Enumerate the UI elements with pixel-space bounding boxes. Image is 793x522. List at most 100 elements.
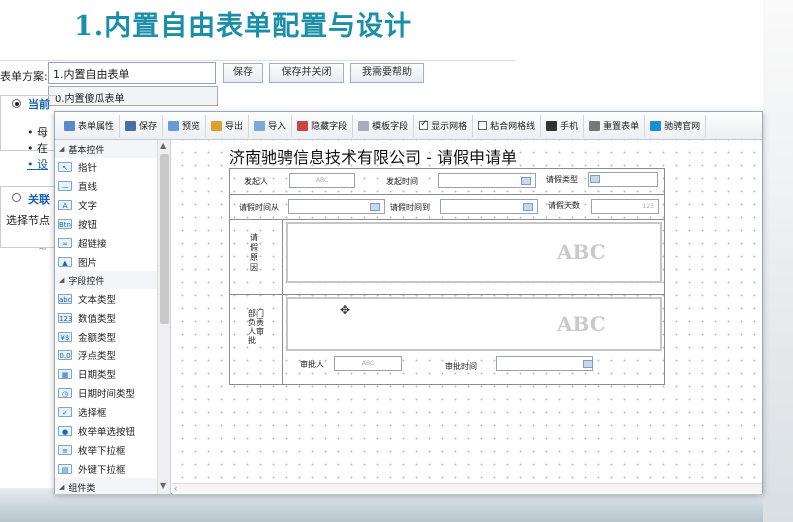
applicant-label[interactable]: 发起人 <box>244 176 268 187</box>
hyperlink-icon: ∞ <box>58 238 72 248</box>
canvas-hscrollbar[interactable]: ‹ <box>172 483 762 493</box>
palette-item[interactable]: ↖ 指针 <box>55 158 170 177</box>
website-icon <box>650 120 662 131</box>
applicant-field[interactable]: ABC <box>289 173 355 188</box>
export-icon <box>211 120 223 131</box>
dept-approval-placeholder: ABC <box>557 312 606 336</box>
collapse-icon[interactable]: ◢ <box>59 276 64 284</box>
palette-scrollbar[interactable]: ▲ ▼ <box>157 140 170 494</box>
palette-item-label: 日期类型 <box>78 370 117 382</box>
palette-group-2[interactable]: ◢ 组件类 <box>55 478 170 494</box>
calendar-icon[interactable] <box>523 203 533 211</box>
toolbar-button-6[interactable]: 模板字段 <box>353 114 415 137</box>
toolbar-checkbox-7[interactable]: 显示网格 <box>414 114 474 137</box>
scheme-option[interactable]: 0.内置傻瓜表单 <box>48 86 218 106</box>
approver-field[interactable]: ABC <box>334 356 402 371</box>
scroll-up-icon[interactable]: ▲ <box>160 141 166 150</box>
toolbar-button-11[interactable]: 驰骋官网 <box>645 114 707 137</box>
scroll-thumb[interactable] <box>160 154 169 324</box>
palette-group-0[interactable]: ◢ 基本控件 <box>55 140 170 158</box>
leave-from-label[interactable]: 请假时间从 <box>239 202 279 213</box>
palette-item[interactable]: 0.0 浮点类型 <box>55 346 170 365</box>
approve-time-label[interactable]: 审批时间 <box>445 361 477 372</box>
calendar-icon[interactable] <box>370 203 380 211</box>
form-row-line <box>230 194 664 195</box>
palette-item-label: 数值类型 <box>78 313 117 325</box>
toolbar-button-0[interactable]: 表单属性 <box>59 114 121 137</box>
toolbar-button-3[interactable]: 导出 <box>206 114 250 137</box>
dropdown-icon[interactable] <box>590 175 600 183</box>
palette-item[interactable]: ▦ 日期类型 <box>55 365 170 384</box>
palette-group-1[interactable]: ◢ 字段控件 <box>55 271 170 290</box>
calendar-icon[interactable] <box>583 360 593 368</box>
designer-toolbar: 表单属性 保存 预览 导出 导入 隐藏字段 模板字段 显示网格 粘合网格线 手机 重置表单 驰骋官网 <box>55 112 762 140</box>
radio-enum-icon: ● <box>58 426 72 437</box>
palette-item[interactable]: Btn 按钮 <box>55 215 170 234</box>
calendar-icon[interactable] <box>521 177 531 185</box>
reason-placeholder: ABC <box>557 240 606 264</box>
pointer-icon: ↖ <box>58 162 72 173</box>
collapse-icon[interactable]: ◢ <box>59 145 64 153</box>
collapse-icon[interactable]: ◢ <box>59 483 64 491</box>
current-label: 当前 <box>28 98 50 111</box>
divider <box>0 60 515 61</box>
palette-item-label: 指针 <box>78 163 98 175</box>
leave-to-label[interactable]: 请假时间到 <box>390 202 430 213</box>
toolbar-button-1[interactable]: 保存 <box>120 114 164 137</box>
toolbar-checkbox-8[interactable]: 粘合网格线 <box>473 114 542 137</box>
toolbar-button-4[interactable]: 导入 <box>249 114 293 137</box>
datetime-type-icon: ◷ <box>58 388 72 399</box>
checkbox-icon[interactable] <box>419 119 429 130</box>
leave-to-field[interactable] <box>440 199 538 214</box>
leave-days-field[interactable]: 123 <box>591 199 659 214</box>
palette-item[interactable]: abc 文本类型 <box>55 289 170 308</box>
leave-request-form[interactable]: 发起人 ABC 发起时间 请假类型 请假时间从 请假时间到 请假天数 123 请… <box>229 168 665 385</box>
toolbar-label: 粘合网格线 <box>490 122 536 132</box>
toolbar-button-9[interactable]: 手机 <box>541 114 585 137</box>
toolbar-label: 驰骋官网 <box>664 122 701 132</box>
palette-item-label: 按钮 <box>78 220 98 232</box>
current-radio[interactable] <box>12 99 21 108</box>
date-type-icon: ▦ <box>58 369 72 380</box>
dept-approval-label[interactable]: 部门负责人审批 <box>248 309 267 345</box>
leave-days-label[interactable]: 请假天数 <box>548 200 580 211</box>
palette-item[interactable]: ▤ 外键下拉框 <box>55 459 170 478</box>
palette-item-label: 金额类型 <box>78 332 117 344</box>
toolbar-label: 显示网格 <box>431 122 468 132</box>
design-canvas[interactable]: 济南驰骋信息技术有限公司 - 请假申请单 发起人 ABC 发起时间 请假类型 请… <box>172 140 762 494</box>
mobile-icon <box>546 120 558 131</box>
palette-item[interactable]: — 直线 <box>55 177 170 196</box>
palette-item[interactable]: ✓ 选择框 <box>55 403 170 422</box>
bullet-link[interactable]: • 设 <box>27 156 48 172</box>
leave-type-label[interactable]: 请假类型 <box>546 174 578 185</box>
reason-textarea[interactable]: ABC <box>286 222 662 283</box>
start-time-field[interactable] <box>438 173 536 188</box>
form-designer-window: 表单属性保存预览导出导入隐藏字段模板字段显示网格粘合网格线手机重置表单驰骋官网 … <box>54 111 763 494</box>
approver-label[interactable]: 审批人 <box>300 359 324 370</box>
palette-item[interactable]: A 文字 <box>55 196 170 215</box>
toolbar-button-5[interactable]: 隐藏字段 <box>292 114 354 137</box>
related-radio[interactable] <box>12 193 21 202</box>
help-button[interactable]: 我需要帮助 <box>350 63 424 83</box>
scheme-select[interactable]: 1.内置自由表单 <box>48 62 216 84</box>
leave-type-field[interactable] <box>588 172 658 187</box>
checkbox-icon[interactable] <box>478 121 488 130</box>
palette-item[interactable]: ◷ 日期时间类型 <box>55 384 170 403</box>
reset-form-icon <box>589 120 601 131</box>
scroll-down-icon[interactable]: ▼ <box>160 481 166 490</box>
reason-label[interactable]: 请假原因 <box>250 233 259 273</box>
leave-from-field[interactable] <box>288 199 385 214</box>
toolbar-button-10[interactable]: 重置表单 <box>584 114 646 137</box>
save-button[interactable]: 保存 <box>223 63 263 83</box>
toolbar-button-2[interactable]: 预览 <box>163 114 207 137</box>
palette-item[interactable]: ≡ 枚举下拉框 <box>55 440 170 459</box>
start-time-label[interactable]: 发起时间 <box>386 176 418 187</box>
palette-item[interactable]: ▲ 图片 <box>55 252 170 271</box>
approve-time-field[interactable] <box>496 356 593 371</box>
palette-item[interactable]: ¥$ 金额类型 <box>55 327 170 346</box>
palette-item[interactable]: ● 枚举单选按钮 <box>55 422 170 441</box>
save-close-button[interactable]: 保存并关闭 <box>269 63 344 83</box>
palette-item[interactable]: ∞ 超链接 <box>55 234 170 253</box>
form-title[interactable]: 济南驰骋信息技术有限公司 - 请假申请单 <box>229 144 517 168</box>
palette-item[interactable]: 123 数值类型 <box>55 308 170 327</box>
